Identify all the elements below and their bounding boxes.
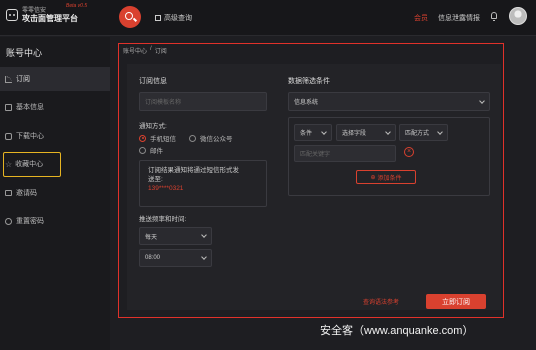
highlight-frame — [118, 43, 504, 318]
watermark: 安全客（www.anquanke.com） — [320, 325, 474, 337]
sidebar-item-label: 下载中心 — [16, 133, 44, 140]
sidebar-item-label: 订阅 — [16, 76, 30, 83]
sidebar-item-invite-code[interactable]: 邀请码 — [0, 181, 110, 205]
document-icon — [5, 103, 12, 111]
advanced-search-label: 高级查询 — [164, 15, 192, 22]
sidebar-item-subscribe[interactable]: 订阅 — [0, 67, 110, 91]
bell-icon[interactable] — [491, 12, 497, 21]
search-button[interactable] — [119, 6, 141, 28]
top-bar: 零零信安 攻击面管理平台 Beta v0.5 高级查询 会员 信息泄露情报 — [0, 0, 536, 36]
sidebar-item-label: 重置密码 — [16, 218, 44, 225]
sidebar-item-downloads[interactable]: 下载中心 — [0, 124, 110, 148]
sidebar-item-label: 基本信息 — [16, 104, 44, 111]
logo[interactable]: 零零信安 攻击面管理平台 — [6, 7, 78, 23]
nav-leak-intel[interactable]: 信息泄露情报 — [438, 13, 480, 23]
reset-icon — [5, 217, 12, 225]
edit-icon — [155, 15, 161, 21]
sidebar-item-label: 邀请码 — [16, 190, 37, 197]
logo-icon — [6, 9, 18, 21]
version-badge: Beta v0.5 — [66, 3, 88, 9]
rss-icon — [5, 75, 12, 83]
search-icon — [125, 12, 133, 20]
download-icon — [5, 132, 12, 140]
logo-text: 零零信安 攻击面管理平台 — [22, 7, 78, 23]
sidebar-item-basic-info[interactable]: 基本信息 — [0, 95, 110, 119]
mail-icon — [5, 190, 12, 196]
advanced-search-link[interactable]: 高级查询 — [155, 13, 192, 23]
sidebar-item-reset-password[interactable]: 重置密码 — [0, 209, 110, 233]
sidebar-title: 账号中心 — [6, 48, 43, 58]
logo-line2: 攻击面管理平台 — [22, 14, 78, 23]
favorites-highlight-box — [3, 152, 61, 177]
avatar[interactable] — [509, 7, 527, 25]
nav-member[interactable]: 会员 — [414, 13, 428, 23]
